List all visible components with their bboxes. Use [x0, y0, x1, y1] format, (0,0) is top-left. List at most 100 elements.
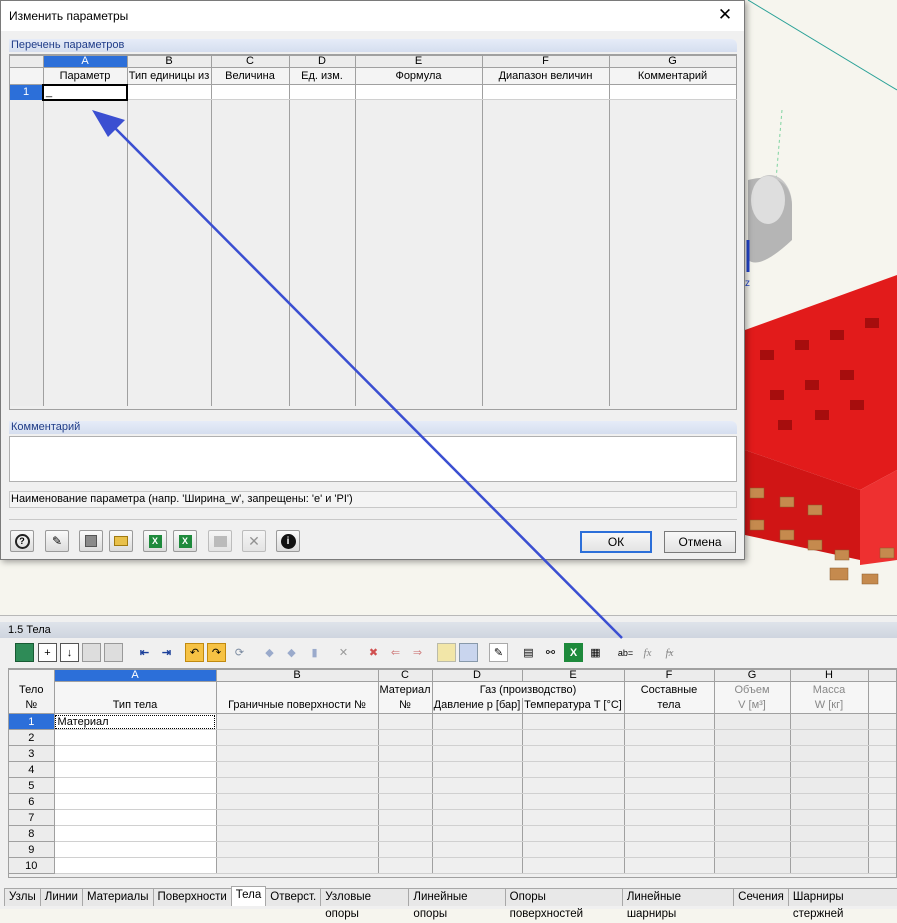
table-cell[interactable]: [432, 825, 523, 842]
table-cell[interactable]: [378, 713, 433, 730]
table-cell[interactable]: [216, 777, 379, 794]
table-cell[interactable]: [522, 841, 625, 858]
tab-member-hinges[interactable]: Шарниры стержней: [787, 888, 897, 920]
save-button[interactable]: [79, 530, 103, 552]
cancel-button[interactable]: Отмена: [664, 531, 736, 553]
table-cell[interactable]: [54, 857, 217, 874]
table-cell[interactable]: [790, 793, 869, 810]
insert-row-icon[interactable]: +: [38, 643, 57, 662]
tab-nodal-supports[interactable]: Узловые опоры: [320, 888, 410, 920]
table-cell[interactable]: [522, 713, 625, 730]
table-cell[interactable]: [522, 777, 625, 794]
table-cell[interactable]: [216, 793, 379, 810]
row-number[interactable]: 4: [9, 761, 55, 778]
col-letter-d[interactable]: D: [289, 55, 356, 68]
filter-icon[interactable]: ◆: [260, 643, 279, 662]
row-number[interactable]: 8: [9, 825, 55, 842]
tab-openings[interactable]: Отверст.: [265, 888, 322, 906]
table-cell[interactable]: [216, 809, 379, 826]
row-number[interactable]: 3: [9, 745, 55, 762]
col-letter-e[interactable]: E: [355, 55, 483, 68]
table-cell[interactable]: [714, 857, 791, 874]
table-cell[interactable]: [714, 729, 791, 746]
tab-surfaces[interactable]: Поверхности: [152, 888, 232, 906]
table-cell[interactable]: [790, 777, 869, 794]
table-cell[interactable]: [790, 857, 869, 874]
table-cell[interactable]: [216, 729, 379, 746]
tab-surface-supports[interactable]: Опоры поверхностей: [504, 888, 623, 920]
table-cell[interactable]: [624, 793, 715, 810]
col-letter-a[interactable]: A: [43, 55, 128, 68]
table-cell[interactable]: [790, 841, 869, 858]
table-cell[interactable]: [522, 745, 625, 762]
ok-button[interactable]: ОК: [580, 531, 652, 553]
table-cell[interactable]: [216, 713, 379, 730]
redo-icon[interactable]: ↷: [207, 643, 226, 662]
table-cell[interactable]: [868, 825, 896, 842]
table-cell[interactable]: [868, 857, 896, 874]
col-letter-d[interactable]: D: [432, 669, 523, 682]
table-cell[interactable]: [868, 713, 896, 730]
help-button[interactable]: ?: [10, 530, 34, 552]
tab-line-supports[interactable]: Линейные опоры: [408, 888, 506, 920]
refresh-icon[interactable]: ⟳: [230, 643, 249, 662]
tab-materials[interactable]: Материалы: [81, 888, 154, 906]
tab-lines[interactable]: Линии: [39, 888, 83, 906]
rename-icon[interactable]: ab=: [616, 643, 635, 662]
table-cell[interactable]: [790, 809, 869, 826]
table-cell[interactable]: [355, 84, 483, 100]
table-cell[interactable]: [522, 857, 625, 874]
table-cell[interactable]: [432, 841, 523, 858]
grid-icon[interactable]: [82, 643, 101, 662]
table-cell[interactable]: [216, 825, 379, 842]
table-cell[interactable]: [54, 777, 217, 794]
export-excel-button[interactable]: X: [173, 530, 197, 552]
paste-icon[interactable]: ⇒: [408, 643, 427, 662]
table-cell[interactable]: [868, 761, 896, 778]
table-cell[interactable]: [624, 761, 715, 778]
table-cell[interactable]: [378, 729, 433, 746]
table-cell[interactable]: [522, 729, 625, 746]
col-letter-e[interactable]: E: [522, 669, 625, 682]
table-cell[interactable]: [714, 745, 791, 762]
sort-icon[interactable]: ↓: [60, 643, 79, 662]
tab-line-hinges[interactable]: Линейные шарниры: [621, 888, 735, 920]
table-cell[interactable]: [522, 825, 625, 842]
table-cell[interactable]: [522, 761, 625, 778]
table-cell[interactable]: [714, 825, 791, 842]
row-number[interactable]: 7: [9, 809, 55, 826]
table-cell[interactable]: [714, 841, 791, 858]
table-cell[interactable]: [790, 761, 869, 778]
close-icon[interactable]: ✕: [714, 5, 736, 25]
table-cell[interactable]: [714, 809, 791, 826]
table-cell[interactable]: [432, 745, 523, 762]
table-cell[interactable]: [790, 713, 869, 730]
grid-chart-icon[interactable]: [104, 643, 123, 662]
formula-remove-icon[interactable]: f̶x: [660, 643, 679, 662]
table-cell[interactable]: [378, 793, 433, 810]
table-cell[interactable]: [432, 761, 523, 778]
table-cell[interactable]: [482, 84, 610, 100]
row-number[interactable]: 2: [9, 729, 55, 746]
table-cell[interactable]: [127, 84, 212, 100]
table-cell[interactable]: [868, 745, 896, 762]
edit-table-icon[interactable]: ✎: [489, 643, 508, 662]
table-cell[interactable]: [211, 84, 290, 100]
undo-icon[interactable]: ↶: [185, 643, 204, 662]
comment-textarea[interactable]: [9, 436, 737, 482]
table-cell[interactable]: [624, 713, 715, 730]
table-cell[interactable]: [432, 777, 523, 794]
table-cell[interactable]: [868, 841, 896, 858]
table-cell[interactable]: [432, 857, 523, 874]
table-cell[interactable]: [216, 745, 379, 762]
table-cell[interactable]: [216, 841, 379, 858]
table-cell[interactable]: [378, 841, 433, 858]
info-button[interactable]: i: [276, 530, 300, 552]
table-cell[interactable]: [624, 841, 715, 858]
edit-button[interactable]: ✎: [45, 530, 69, 552]
table-cell[interactable]: [378, 745, 433, 762]
table-cell[interactable]: [432, 793, 523, 810]
param-name-cell-active[interactable]: _: [42, 83, 128, 101]
table-cell[interactable]: [624, 745, 715, 762]
table-cell[interactable]: [714, 713, 791, 730]
